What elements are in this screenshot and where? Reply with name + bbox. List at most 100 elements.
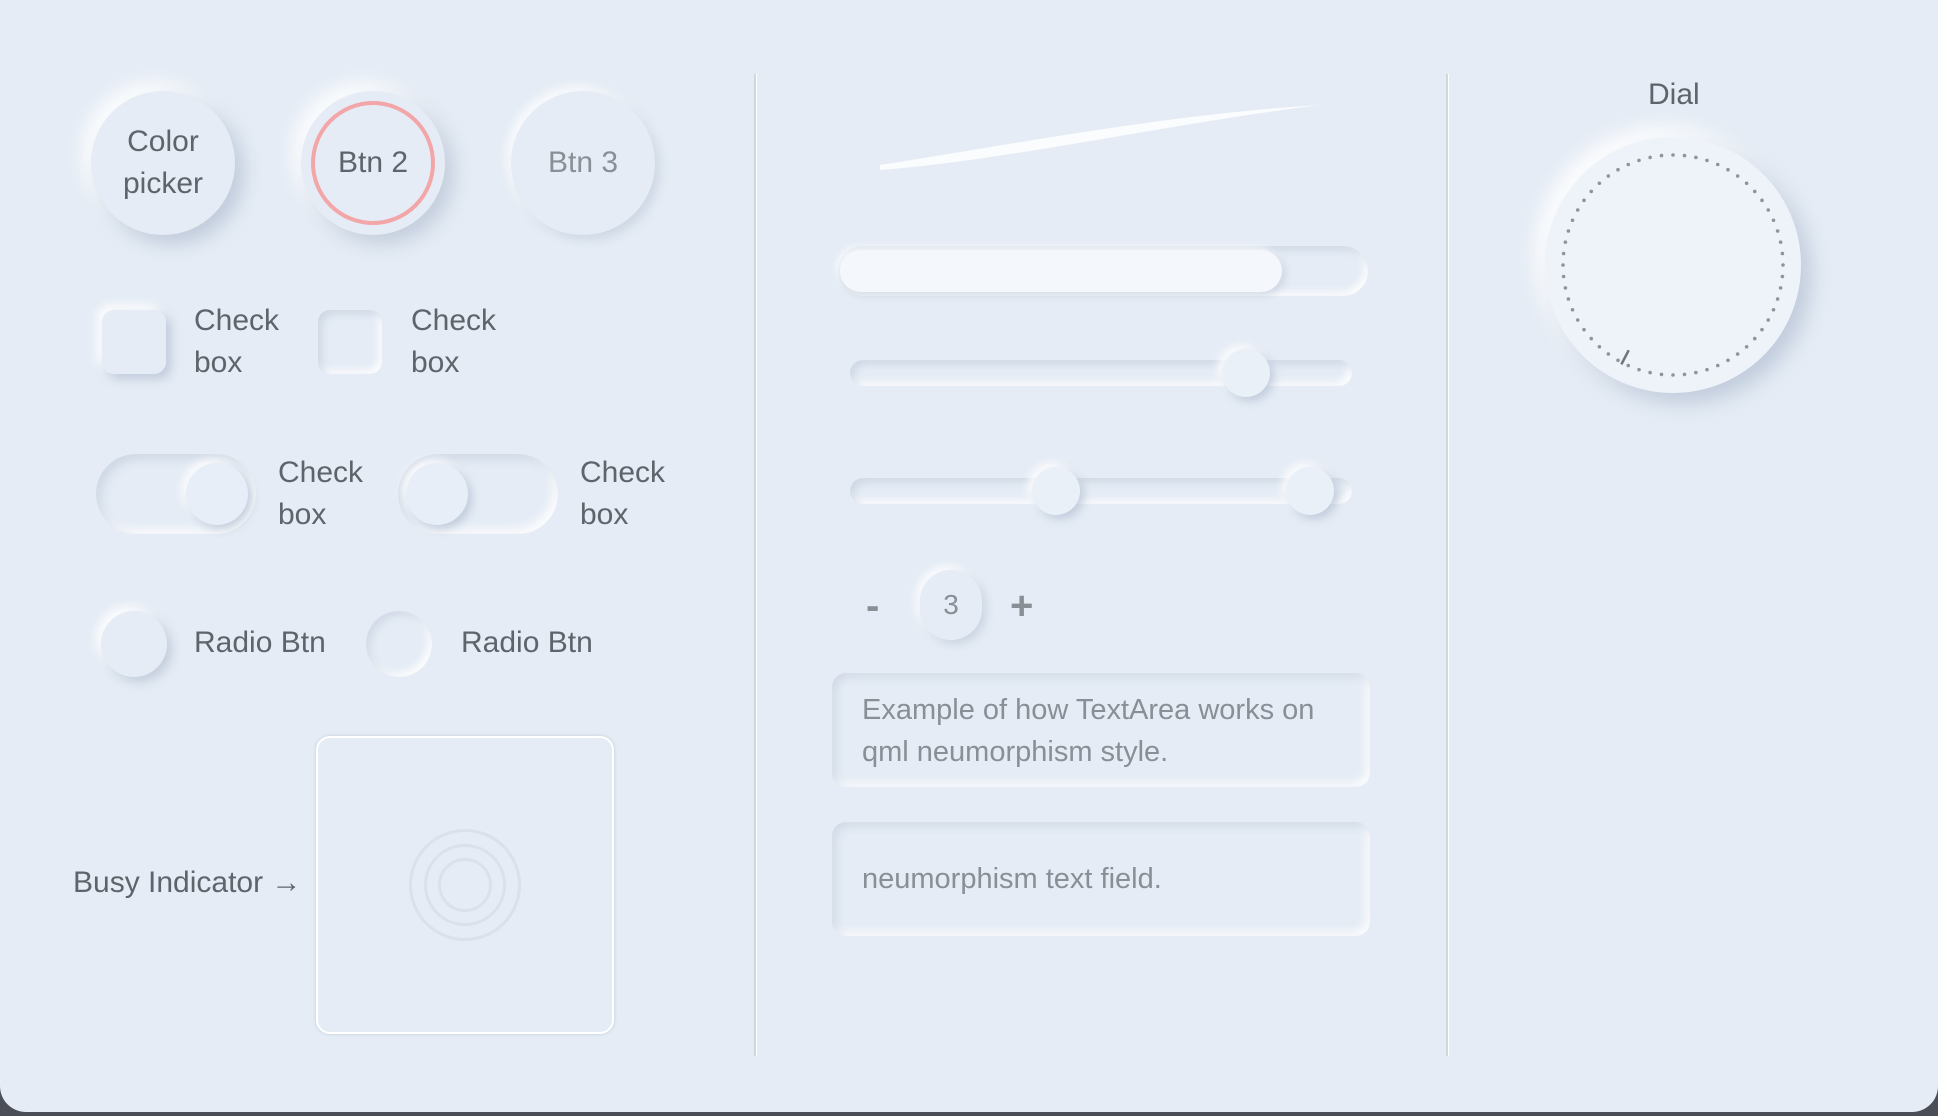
- radio-2-label: Radio Btn: [461, 626, 593, 659]
- dial-tick: [1705, 158, 1709, 163]
- text-area[interactable]: Example of how TextArea works on qml neu…: [832, 673, 1370, 787]
- color-picker-button[interactable]: Color picker: [91, 91, 235, 235]
- dial-tick: [1582, 198, 1586, 203]
- range-slider-second-handle[interactable]: [1286, 467, 1334, 515]
- dial-tick: [1637, 158, 1641, 163]
- divider-right: [1446, 74, 1448, 1056]
- dial-tick: [1597, 344, 1602, 349]
- dial-tick: [1659, 153, 1664, 158]
- dial-tick: [1570, 307, 1575, 312]
- dial-tick: [1637, 367, 1641, 372]
- dial-tick: [1766, 318, 1771, 322]
- dial-tick: [1778, 286, 1783, 290]
- dial-tick: [1561, 251, 1566, 256]
- switch-1-label: Check box: [278, 456, 364, 531]
- range-slider-first-handle[interactable]: [1032, 467, 1080, 515]
- dial-tick: [1744, 181, 1749, 186]
- progress-bar: [838, 246, 1368, 296]
- dial-tick: [1648, 155, 1652, 160]
- dial-tick: [1715, 162, 1720, 167]
- switch-1-knob: [186, 463, 248, 525]
- dial-tick: [1780, 274, 1785, 279]
- app-window: Color picker Btn 2 Btn 3 Check box Check…: [0, 0, 1938, 1112]
- divider-left: [754, 74, 756, 1056]
- dial-tick: [1771, 218, 1776, 223]
- dial-tick: [1744, 344, 1749, 349]
- slider-handle[interactable]: [1222, 349, 1270, 397]
- dial-tick: [1626, 162, 1631, 167]
- dial-tick: [1597, 181, 1602, 186]
- dial-tick: [1582, 327, 1586, 332]
- text-field[interactable]: neumorphism text field.: [832, 822, 1370, 936]
- dial-tick: [1735, 174, 1740, 178]
- dial-tick: [1781, 263, 1785, 267]
- dial-tick: [1715, 363, 1720, 368]
- dial-tick: [1589, 336, 1594, 341]
- dial-tick: [1563, 240, 1568, 244]
- dial-ticks: [1561, 153, 1785, 377]
- dial-tick: [1771, 307, 1776, 312]
- dial-tick: [1752, 189, 1757, 194]
- dial-tick: [1616, 167, 1620, 172]
- spinbox-increment-button[interactable]: +: [1010, 586, 1033, 626]
- busy-ring-inner: [438, 858, 492, 912]
- btn-3-label: Btn 3: [547, 146, 619, 179]
- dial-tick: [1760, 198, 1764, 203]
- switch-1[interactable]: [96, 454, 256, 534]
- dial-tick: [1766, 208, 1771, 212]
- dial-tick: [1726, 358, 1730, 363]
- dial-tick: [1682, 153, 1687, 158]
- dial-tick: [1566, 297, 1571, 301]
- dial-tick: [1566, 229, 1571, 233]
- btn-2-button[interactable]: Btn 2: [301, 91, 445, 235]
- dial-tick: [1570, 218, 1575, 223]
- dial-tick: [1735, 352, 1740, 356]
- spinbox-decrement-button[interactable]: -: [866, 586, 879, 626]
- dial-tick: [1682, 372, 1687, 377]
- dial-tick: [1626, 363, 1631, 368]
- dial[interactable]: [1545, 137, 1801, 393]
- dial-tick: [1561, 274, 1566, 279]
- range-slider[interactable]: [850, 467, 1352, 515]
- btn-3-button[interactable]: Btn 3: [511, 91, 655, 235]
- dial-tick: [1775, 297, 1780, 301]
- switch-2[interactable]: [398, 454, 558, 534]
- radio-1[interactable]: [101, 611, 167, 677]
- text-field-content: neumorphism text field.: [862, 863, 1162, 895]
- dial-tick: [1671, 153, 1675, 157]
- dial-tick: [1671, 373, 1675, 377]
- dial-tick: [1589, 189, 1594, 194]
- slider[interactable]: [850, 349, 1352, 397]
- checkbox-2-label: Check box: [411, 304, 497, 379]
- text-area-content: Example of how TextArea works on qml neu…: [862, 694, 1315, 768]
- dial-tick: [1648, 370, 1652, 375]
- progress-fill: [840, 250, 1282, 292]
- dial-pointer: [1620, 349, 1630, 365]
- dial-tick: [1778, 240, 1783, 244]
- dial-tick: [1775, 229, 1780, 233]
- dial-tick: [1659, 372, 1664, 377]
- switch-2-label: Check box: [580, 456, 666, 531]
- dial-tick: [1561, 263, 1565, 267]
- radio-2[interactable]: [366, 611, 432, 677]
- dial-tick: [1575, 208, 1580, 212]
- dial-tick: [1780, 251, 1785, 256]
- checkbox-1-label: Check box: [194, 304, 280, 379]
- dial-tick: [1705, 367, 1709, 372]
- dial-tick: [1752, 336, 1757, 341]
- btn-2-label: Btn 2: [337, 146, 409, 179]
- dial-tick: [1575, 318, 1580, 322]
- radio-1-label: Radio Btn: [194, 626, 326, 659]
- switch-2-knob: [406, 463, 468, 525]
- checkbox-1[interactable]: [102, 310, 166, 374]
- dial-tick: [1760, 327, 1764, 332]
- dial-tick: [1694, 370, 1698, 375]
- dial-tick: [1606, 174, 1611, 178]
- spinbox-value[interactable]: 3: [920, 570, 982, 640]
- dial-tick: [1616, 358, 1620, 363]
- dial-tick: [1563, 286, 1568, 290]
- dial-title: Dial: [1648, 78, 1700, 111]
- checkbox-2[interactable]: [318, 310, 382, 374]
- dial-tick: [1606, 352, 1611, 356]
- glare-decoration: [880, 105, 1320, 170]
